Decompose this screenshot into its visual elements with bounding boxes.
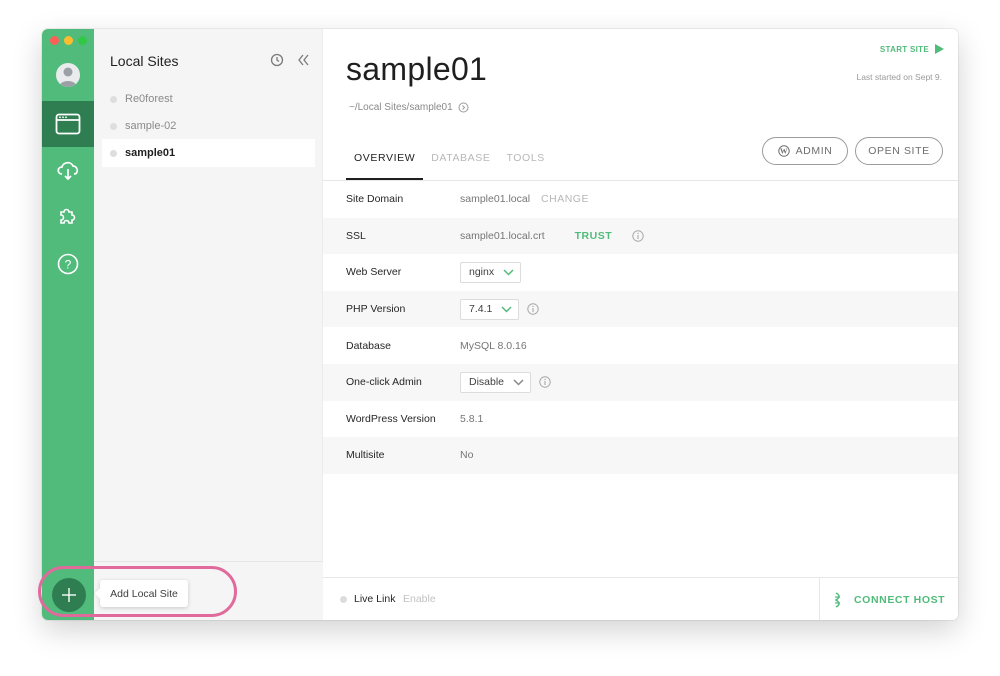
svg-text:?: ? bbox=[65, 258, 72, 272]
wp-version-value: 5.8.1 bbox=[460, 412, 484, 425]
overview-table: Site Domain sample01.local CHANGE SSL sa… bbox=[323, 181, 958, 474]
site-item-active[interactable]: sample01 bbox=[102, 139, 315, 167]
row-label: SSL bbox=[346, 229, 366, 242]
change-domain-link[interactable]: CHANGE bbox=[541, 193, 589, 205]
site-path[interactable]: ~/Local Sites/sample01 bbox=[349, 102, 469, 113]
add-site-button[interactable] bbox=[52, 578, 86, 612]
table-row: Web Server nginx bbox=[323, 254, 958, 291]
help-icon[interactable]: ? bbox=[42, 241, 94, 287]
row-value: sample01.local.crt TRUST bbox=[460, 230, 644, 242]
chevron-down-icon bbox=[501, 306, 512, 313]
tab-overview[interactable]: OVERVIEW bbox=[346, 152, 424, 180]
table-row: WordPress Version 5.8.1 bbox=[323, 401, 958, 438]
page-title: sample01 bbox=[346, 51, 488, 87]
table-row: Site Domain sample01.local CHANGE bbox=[323, 181, 958, 218]
add-site-tooltip: Add Local Site bbox=[100, 580, 188, 607]
main-footer: Live Link Enable CONNECT HOST bbox=[323, 577, 958, 620]
play-icon bbox=[935, 44, 944, 54]
live-link-status-dot bbox=[340, 596, 347, 603]
row-value: sample01.local CHANGE bbox=[460, 193, 589, 205]
plus-icon bbox=[62, 588, 76, 602]
avatar-icon[interactable] bbox=[56, 63, 80, 87]
row-label: Web Server bbox=[346, 266, 402, 279]
ssl-cert-value: sample01.local.crt bbox=[460, 229, 545, 242]
last-started-text: Last started on Sept 9. bbox=[856, 72, 942, 82]
cloud-icon[interactable] bbox=[42, 147, 94, 193]
reveal-folder-icon bbox=[458, 102, 469, 113]
tab-database[interactable]: DATABASE bbox=[423, 152, 498, 180]
history-icon[interactable] bbox=[270, 53, 284, 72]
addons-icon[interactable] bbox=[42, 193, 94, 239]
icon-rail: ? bbox=[42, 29, 94, 620]
site-item[interactable]: sample-02 bbox=[102, 112, 315, 140]
web-server-select[interactable]: nginx bbox=[460, 261, 522, 283]
start-site-button[interactable]: START SITE bbox=[880, 44, 944, 54]
row-value: 7.4.1 bbox=[460, 298, 540, 320]
row-value: nginx bbox=[460, 261, 522, 283]
site-path-label: ~/Local Sites/sample01 bbox=[349, 102, 453, 113]
info-icon[interactable] bbox=[632, 230, 644, 242]
start-site-label: START SITE bbox=[879, 44, 929, 54]
connect-host-icon bbox=[834, 591, 840, 608]
status-dot bbox=[110, 122, 117, 130]
row-label: Multisite bbox=[346, 449, 385, 462]
minimize-window-button[interactable] bbox=[64, 36, 73, 45]
sites-panel-title: Local Sites bbox=[110, 53, 179, 69]
row-label: PHP Version bbox=[346, 303, 406, 316]
live-link-label: Live Link bbox=[354, 593, 396, 605]
live-link-enable-link[interactable]: Enable bbox=[403, 593, 436, 605]
window-controls bbox=[50, 36, 87, 45]
sites-panel: Local Sites Re0forest sample-02 sample01 bbox=[94, 29, 323, 620]
close-window-button[interactable] bbox=[50, 36, 59, 45]
site-item-label: sample01 bbox=[125, 147, 176, 159]
wordpress-icon: W bbox=[777, 145, 790, 157]
admin-button[interactable]: W ADMIN bbox=[762, 137, 848, 165]
row-label: WordPress Version bbox=[346, 412, 436, 425]
status-dot bbox=[110, 95, 117, 103]
chevron-down-icon bbox=[513, 379, 524, 386]
one-click-admin-value: Disable bbox=[469, 376, 505, 389]
site-item-label: sample-02 bbox=[125, 120, 177, 132]
table-row: PHP Version 7.4.1 bbox=[323, 290, 958, 328]
web-server-value: nginx bbox=[469, 266, 495, 279]
table-row: One-click Admin Disable bbox=[323, 363, 958, 401]
row-label: Site Domain bbox=[346, 193, 404, 206]
site-item-label: Re0forest bbox=[125, 93, 173, 105]
svg-text:W: W bbox=[780, 147, 788, 156]
php-version-value: 7.4.1 bbox=[469, 303, 493, 316]
one-click-admin-select[interactable]: Disable bbox=[460, 371, 532, 393]
connect-host-label: CONNECT HOST bbox=[854, 593, 946, 606]
status-dot bbox=[110, 149, 117, 157]
table-row: SSL sample01.local.crt TRUST bbox=[323, 217, 958, 255]
info-icon[interactable] bbox=[527, 303, 540, 315]
info-icon[interactable] bbox=[539, 376, 551, 388]
maximize-window-button[interactable] bbox=[78, 36, 87, 45]
table-row: Multisite No bbox=[323, 437, 958, 474]
php-version-select[interactable]: 7.4.1 bbox=[460, 298, 520, 320]
connect-host-button[interactable]: CONNECT HOST bbox=[819, 578, 958, 620]
sites-icon[interactable] bbox=[42, 101, 94, 147]
main-panel: START SITE Last started on Sept 9. sampl… bbox=[323, 29, 958, 620]
collapse-icon[interactable] bbox=[297, 53, 311, 72]
table-row: Database MySQL 8.0.16 bbox=[323, 327, 958, 364]
trust-ssl-link[interactable]: TRUST bbox=[575, 230, 613, 242]
site-item[interactable]: Re0forest bbox=[102, 85, 315, 113]
database-value: MySQL 8.0.16 bbox=[460, 339, 527, 352]
row-label: Database bbox=[346, 339, 391, 352]
chevron-down-icon bbox=[503, 269, 514, 276]
app-window: ? Local Sites Re0forest sample-02 sample… bbox=[42, 29, 958, 620]
tab-bar: OVERVIEW DATABASE TOOLS bbox=[346, 152, 553, 180]
multisite-value: No bbox=[460, 449, 474, 462]
admin-button-label: ADMIN bbox=[795, 145, 833, 157]
tab-tools[interactable]: TOOLS bbox=[498, 152, 552, 180]
open-site-button-label: OPEN SITE bbox=[868, 145, 930, 157]
site-domain-value: sample01.local bbox=[460, 193, 531, 206]
row-label: One-click Admin bbox=[346, 376, 422, 389]
open-site-button[interactable]: OPEN SITE bbox=[855, 137, 943, 165]
row-value: Disable bbox=[460, 371, 551, 393]
